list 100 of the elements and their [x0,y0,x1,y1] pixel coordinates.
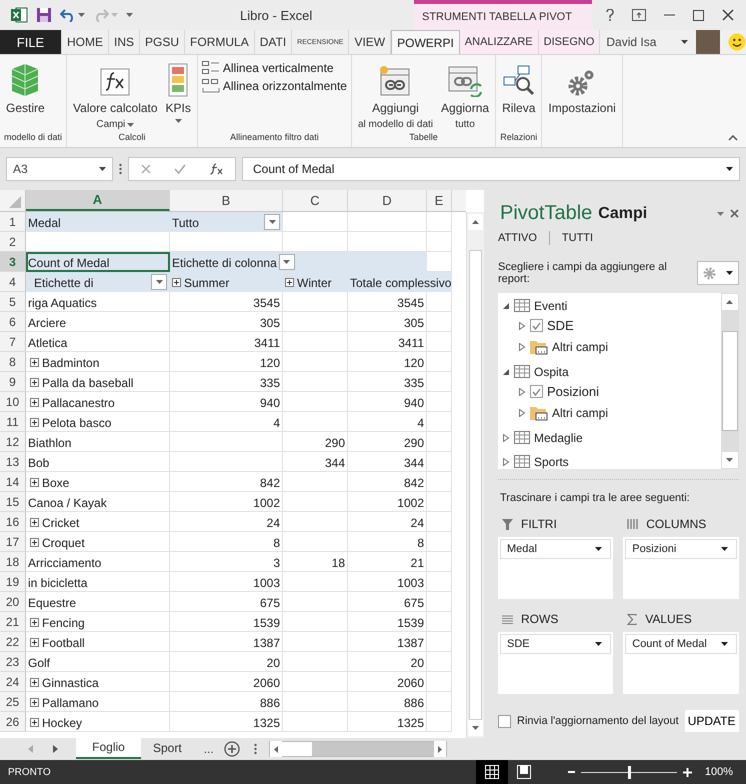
pane-tab[interactable]: ATTIVO [498,232,537,244]
row-header[interactable]: 21 [0,612,26,632]
more-sheets-button[interactable]: ... [194,742,224,756]
row-header[interactable]: 12 [0,432,26,452]
ribbon-button[interactable]: Allinea verticalmente [202,61,347,75]
ribbon-button[interactable]: Valore calcolato Campi [71,57,160,132]
name-box[interactable]: A3 [6,157,113,181]
expand-icon[interactable] [30,718,39,727]
column-header[interactable]: D [348,190,427,211]
scroll-up-icon[interactable] [726,300,733,304]
expand-icon[interactable] [30,478,39,487]
user-name[interactable]: David Isa [606,35,673,49]
add-sheet-icon[interactable] [224,741,240,757]
ribbon-tab[interactable]: ANALIZZARE [460,30,539,54]
row-header[interactable]: 16 [0,512,26,532]
row-header[interactable]: 22 [0,632,26,652]
collapse-arrow-icon[interactable] [502,368,510,376]
row-header[interactable]: 1 [0,212,26,232]
collapse-ribbon-icon[interactable] [728,135,738,141]
ribbon-tab[interactable]: FILE [0,30,62,54]
ribbon-display-icon[interactable] [632,9,646,21]
table-name[interactable]: Medaglie [534,430,583,444]
row-header[interactable]: 2 [0,232,26,252]
row-header[interactable]: 5 [0,292,26,312]
scrollbar-thumb[interactable] [722,331,738,431]
field-chip[interactable]: Posizioni [625,539,736,559]
expand-arrow-icon[interactable] [518,342,526,350]
checkbox[interactable] [530,385,543,398]
undo-icon[interactable] [60,8,76,22]
folder-name[interactable]: Altri campi [552,406,608,420]
table-name[interactable]: Ospita [534,364,569,378]
row-header[interactable]: 3 [0,252,26,272]
ribbon-button[interactable]: KPIs [164,57,193,132]
expand-icon[interactable] [30,538,39,547]
table-name[interactable]: Eventi [534,298,568,312]
expand-icon[interactable] [30,418,39,427]
ribbon-button[interactable]: Impostazioni [546,57,618,132]
expand-icon[interactable] [30,698,39,707]
row-header[interactable]: 24 [0,672,26,692]
checkbox[interactable] [530,319,543,332]
row-header[interactable]: 11 [0,412,26,432]
row-header[interactable]: 25 [0,692,26,712]
filter-dropdown-button[interactable] [264,214,280,230]
row-header[interactable]: 4 [0,272,26,292]
expand-icon[interactable] [30,518,39,527]
expand-arrow-icon[interactable] [518,322,526,330]
ribbon-button[interactable]: Rileva [500,57,538,132]
row-header[interactable]: 7 [0,332,26,352]
row-header[interactable]: 13 [0,452,26,472]
row-header[interactable]: 9 [0,372,26,392]
sheet-tab[interactable]: Foglio [76,737,141,759]
expand-arrow-icon[interactable] [502,458,510,466]
ribbon-button[interactable]: Gestire [4,57,47,132]
ribbon-button[interactable]: Aggiorna tutto [439,57,492,132]
expand-icon[interactable] [30,638,39,647]
close-icon[interactable] [730,209,738,218]
row-header[interactable]: 8 [0,352,26,372]
row-header[interactable]: 26 [0,712,26,732]
next-sheet-icon[interactable] [53,745,58,753]
column-header[interactable]: E [427,190,452,211]
column-header[interactable]: C [283,190,348,211]
expand-arrow-icon[interactable] [502,434,510,442]
view-button[interactable] [476,760,508,784]
expand-arrow-icon[interactable] [518,408,526,416]
field-chip[interactable]: SDE [500,634,612,654]
expand-icon[interactable] [285,278,294,287]
ribbon-button[interactable]: Aggiungi al modello di dati [356,57,436,132]
scroll-left-icon[interactable] [274,746,278,752]
field-chip[interactable]: Medal [500,539,612,559]
expand-arrow-icon[interactable] [518,388,526,396]
zoom-in-icon[interactable] [683,768,692,776]
close-icon[interactable] [722,9,734,21]
row-header[interactable]: 14 [0,472,26,492]
table-name[interactable]: Sports [534,454,569,468]
scrollbar-thumb[interactable] [282,742,312,756]
row-header[interactable]: 19 [0,572,26,592]
field-chip[interactable]: Count of Medal [625,634,736,654]
column-header[interactable]: A [26,190,170,211]
row-header[interactable]: 15 [0,492,26,512]
maximize-icon[interactable] [693,10,704,20]
row-header[interactable]: 23 [0,652,26,672]
row-header[interactable]: 20 [0,592,26,612]
splitter-handle-icon[interactable] [254,743,257,755]
expand-icon[interactable] [30,678,39,687]
ribbon-tab[interactable]: DISEGNO [538,30,600,54]
ribbon-tab[interactable]: POWERPI [391,30,460,54]
expand-icon[interactable] [172,278,181,287]
expand-icon[interactable] [30,358,39,367]
minimize-icon[interactable] [664,14,675,16]
row-header[interactable]: 18 [0,552,26,572]
expand-icon[interactable] [30,618,39,627]
filter-dropdown-button[interactable] [151,274,167,290]
update-button[interactable]: UPDATE [684,710,738,732]
row-header[interactable]: 10 [0,392,26,412]
pane-tab[interactable]: TUTTI [562,232,594,244]
expand-icon[interactable] [30,378,39,387]
drag-handle-icon[interactable] [119,163,122,175]
function-icon[interactable] [209,163,224,175]
scroll-right-icon[interactable] [438,746,442,752]
scrollbar-thumb[interactable] [469,250,482,720]
